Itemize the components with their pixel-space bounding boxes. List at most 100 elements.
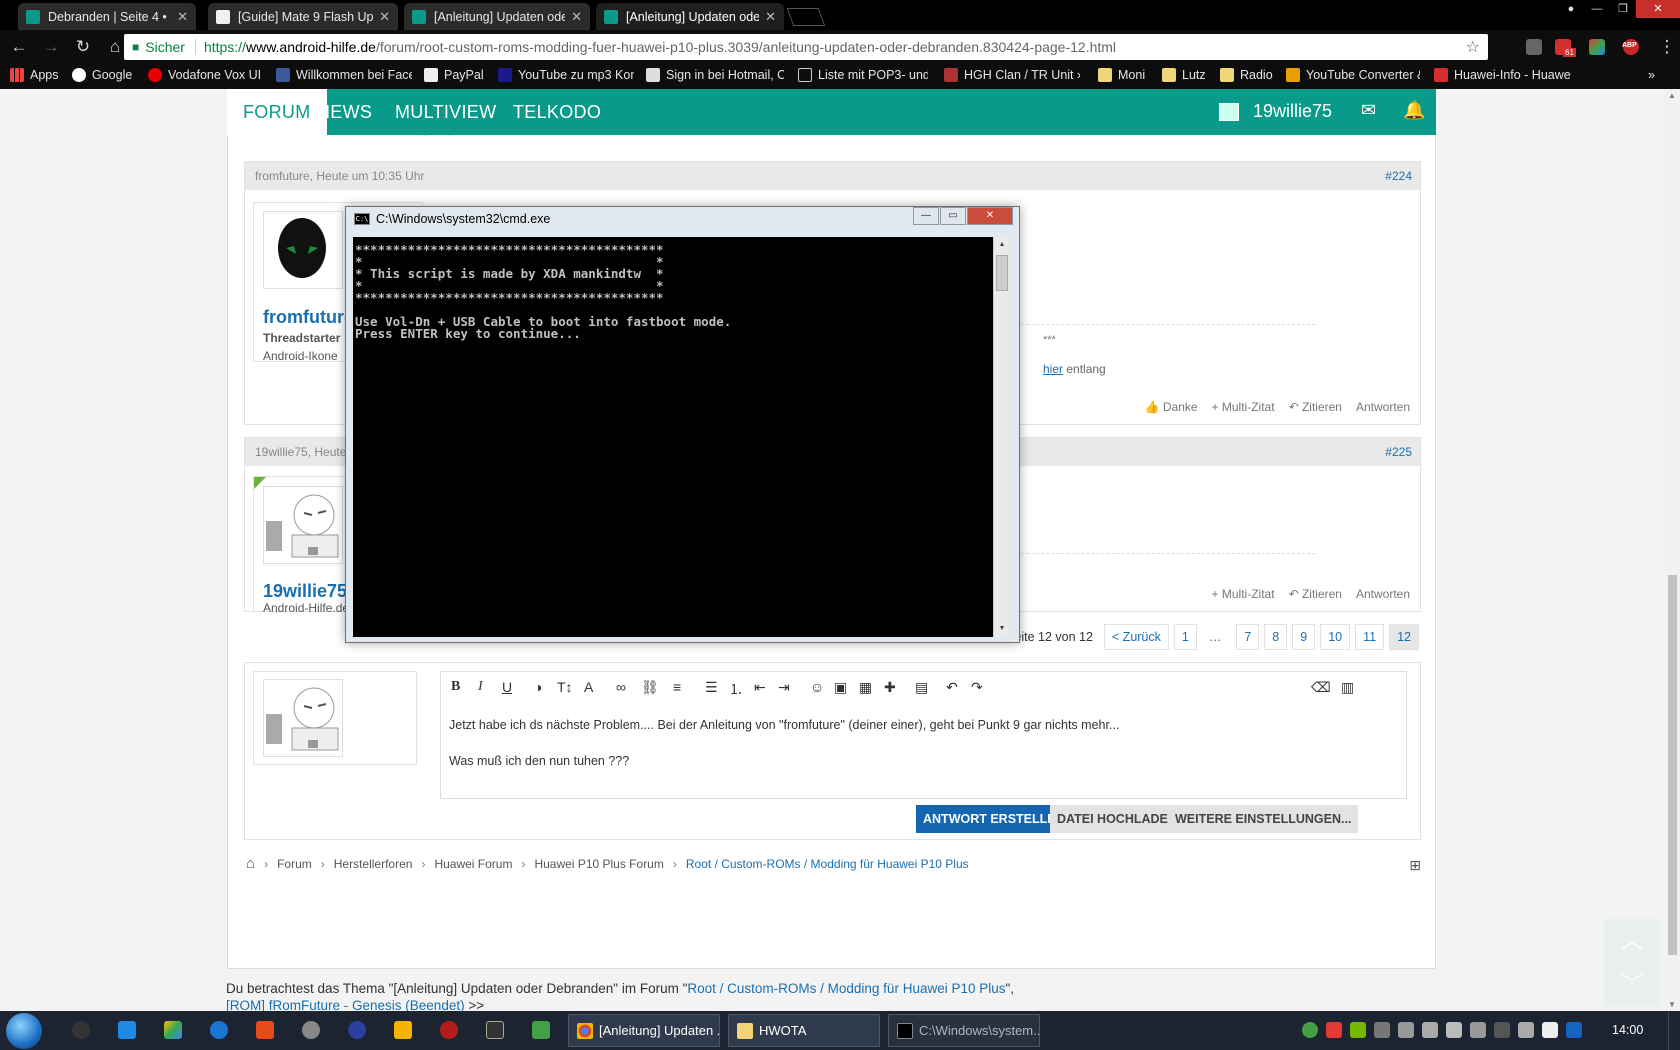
quote-button[interactable]: ↶ Zitieren [1289,587,1342,601]
prev-page-link[interactable]: < Zurück [1103,624,1169,650]
restore-button[interactable]: ❐ [1610,0,1636,18]
font-icon[interactable]: A [584,679,593,695]
insert-icon[interactable]: ✚ [884,679,896,696]
bookmark-item[interactable]: Sign in bei Hotmail, C [646,68,784,82]
reload-button[interactable]: ↻ [70,34,96,60]
reply-text[interactable]: Jetzt habe ich ds nächste Problem.... Be… [449,716,1119,770]
multi-quote-button[interactable]: + Multi-Zitat [1212,400,1275,414]
browser-tab[interactable]: [Guide] Mate 9 Flash Upd ✕ [208,3,398,30]
next-thread-link[interactable]: [ROM] fRomFuture - Genesis (Beendet) [226,998,465,1011]
page-link[interactable]: 9 [1292,624,1316,650]
reply-editor[interactable]: B I U ◑ T↕ A ∞ ⛓ ≡ ☰ ⒈ ⇤ ⇥ ☺ ▣ ▦ ✚ ▤ ↶ ↷… [440,671,1407,799]
close-tab-icon[interactable]: ✕ [177,9,188,25]
bookmark-item[interactable]: YouTube zu mp3 Kon [498,68,634,82]
drive-icon[interactable] [164,1021,182,1039]
save-draft-icon[interactable]: ▤ [915,679,928,696]
multi-quote-button[interactable]: + Multi-Zitat [1212,587,1275,601]
page-link[interactable]: 8 [1264,624,1288,650]
link-icon[interactable]: ∞ [616,679,626,695]
reply-button[interactable]: Antworten [1356,587,1410,601]
address-bar[interactable]: ■ Sicher https:// www.android-hilfe.de /… [124,34,1488,60]
tray-icon[interactable] [1518,1022,1534,1038]
sitemap-icon[interactable]: ⊞ [1409,857,1421,874]
unlink-icon[interactable]: ⛓ [641,679,659,696]
close-window-button[interactable]: ✕ [967,207,1013,225]
nav-news[interactable]: NEWS [317,89,372,135]
show-desktop-button[interactable] [1668,1011,1680,1050]
taskbar-task-folder[interactable]: HWOTA [728,1014,880,1047]
pinned-app-icon[interactable] [532,1021,550,1039]
scroll-thumb[interactable] [1668,575,1677,955]
pinned-app-icon[interactable] [348,1021,366,1039]
ie-icon[interactable] [118,1021,136,1039]
maximize-button[interactable]: ▭ [940,207,966,225]
font-size-icon[interactable]: T↕ [557,679,573,695]
bookmark-folder[interactable]: Moni [1098,68,1145,82]
user-avatar[interactable] [263,486,343,564]
clock[interactable]: 14:00 [1612,1023,1643,1037]
signature-link[interactable]: hier [1043,362,1063,376]
console-output[interactable]: ****************************************… [353,237,993,637]
bold-icon[interactable]: B [451,679,460,695]
bookmarks-overflow-icon[interactable]: » [1648,68,1655,82]
bullet-list-icon[interactable]: ☰ [705,679,718,696]
color-icon[interactable]: ◑ [534,679,542,695]
breadcrumb-link[interactable]: Huawei P10 Plus Forum [534,857,663,871]
start-button[interactable] [6,1013,42,1049]
tray-icon[interactable] [1398,1022,1414,1038]
speaker-icon[interactable] [1446,1022,1462,1038]
bookmark-item[interactable]: Google [72,68,132,82]
numbered-list-icon[interactable]: ⒈ [729,679,743,699]
page-link[interactable]: 1 [1173,624,1197,650]
breadcrumb-link[interactable]: Herstellerforen [334,857,413,871]
page-link[interactable]: 10 [1320,624,1351,650]
pinned-app-icon[interactable] [256,1021,274,1039]
tray-icon[interactable] [1374,1022,1390,1038]
nav-forum[interactable]: FORUM [227,89,327,135]
close-tab-icon[interactable]: ✕ [765,9,776,25]
close-window-button[interactable]: ✕ [1636,0,1680,18]
new-tab-button[interactable] [786,8,826,26]
minimize-button[interactable]: — [913,207,939,225]
extension-icon[interactable] [1589,39,1605,55]
media-icon[interactable]: ▦ [859,679,872,696]
thanks-button[interactable]: 👍 Danke [1145,400,1198,414]
pinned-app-icon[interactable] [440,1021,458,1039]
tray-icon[interactable] [1326,1022,1342,1038]
pinned-app-icon[interactable] [486,1021,504,1039]
reply-button[interactable]: Antworten [1356,400,1410,414]
page-link[interactable]: 7 [1236,624,1260,650]
profile-icon[interactable]: ● [1558,0,1584,18]
back-button[interactable]: ← [6,34,32,60]
browser-tab-active[interactable]: [Anleitung] Updaten ode ✕ [596,3,784,30]
pinned-app-icon[interactable] [210,1021,228,1039]
quote-button[interactable]: ↶ Zitieren [1289,400,1342,414]
bell-icon[interactable]: 🔔 [1403,100,1425,121]
cmd-titlebar[interactable]: C:\ C:\Windows\system32\cmd.exe [354,212,550,226]
scroll-down-arrow-icon[interactable]: ▼ [994,621,1010,637]
bookmark-item[interactable]: Liste mit POP3- und [798,68,928,82]
tray-icon[interactable] [1302,1022,1318,1038]
extension-icon[interactable] [1526,39,1542,55]
outdent-icon[interactable]: ⇤ [754,679,766,696]
indent-icon[interactable]: ⇥ [778,679,790,696]
scroll-up-arrow-icon[interactable]: ▲ [1668,91,1676,100]
bookmark-folder[interactable]: Lutz [1162,68,1206,82]
more-settings-button[interactable]: WEITERE EINSTELLUNGEN... [1168,805,1359,833]
bookmark-item[interactable]: Huawei-Info - Huawe [1434,68,1574,82]
browser-tab[interactable]: [Anleitung] Updaten ode ✕ [404,3,590,30]
post-number-link[interactable]: #225 [1385,438,1412,466]
taskbar-task-chrome[interactable]: [Anleitung] Updaten ... [568,1014,720,1047]
pinned-app-icon[interactable] [72,1021,90,1039]
tray-icon[interactable] [1470,1022,1486,1038]
submit-reply-button[interactable]: ANTWORT ERSTELLEN [916,805,1072,833]
current-page[interactable]: 12 [1389,624,1419,650]
forum-link[interactable]: Root / Custom-ROMs / Modding für Huawei … [687,981,1005,996]
nav-telkodo[interactable]: TELKODO [513,89,601,135]
post-username-link[interactable]: fromfuture [263,307,354,328]
nvidia-icon[interactable] [1350,1022,1366,1038]
media-player-icon[interactable] [394,1021,412,1039]
close-tab-icon[interactable]: ✕ [571,9,582,25]
eraser-icon[interactable]: ⌫ [1311,679,1331,696]
align-icon[interactable]: ≡ [673,679,681,695]
